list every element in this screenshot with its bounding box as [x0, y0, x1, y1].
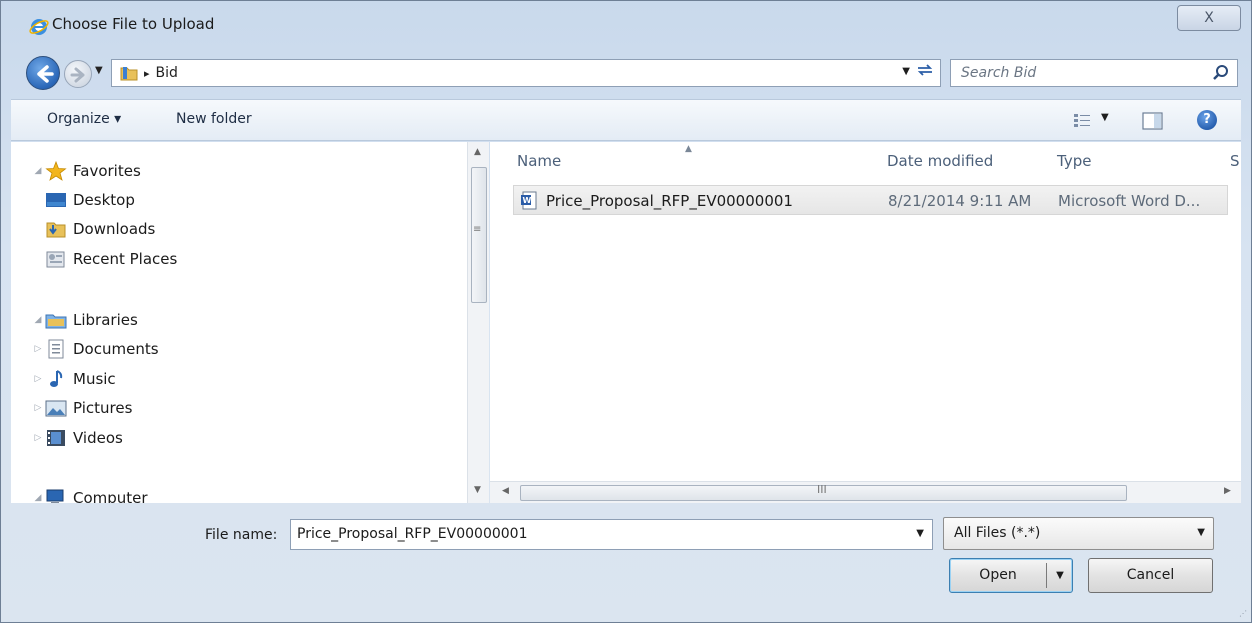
nav-computer[interactable]: ◢ Computer: [31, 485, 148, 503]
resize-grip-icon[interactable]: ⋰: [1239, 609, 1247, 618]
nav-item-label: Desktop: [73, 191, 135, 209]
music-icon: [50, 370, 63, 387]
command-bar: Organize ▾ New folder ▼ ?: [11, 99, 1241, 141]
address-bar[interactable]: ▸ Bid ▼: [111, 59, 941, 87]
star-icon: [45, 161, 67, 181]
view-options-dropdown[interactable]: ▼: [1101, 112, 1109, 123]
file-type-filter-value: All Files (*.*): [954, 525, 1041, 541]
nav-item-label: Recent Places: [73, 250, 178, 268]
open-button[interactable]: Open ▼: [949, 558, 1073, 593]
recent-pages-dropdown[interactable]: ▼: [95, 65, 103, 76]
svg-text:W: W: [523, 196, 532, 205]
expand-triangle-icon[interactable]: ▷: [31, 433, 45, 443]
expand-triangle-icon[interactable]: ▷: [31, 403, 45, 413]
nav-item-documents[interactable]: ▷ Documents: [35, 336, 159, 362]
open-options-dropdown[interactable]: ▼: [1050, 559, 1070, 592]
downloads-folder-icon: [46, 222, 66, 238]
nav-item-label: Videos: [73, 429, 123, 447]
preview-pane-icon[interactable]: [1142, 111, 1164, 131]
scroll-left-arrow-icon[interactable]: ◀: [502, 486, 509, 496]
column-header-type[interactable]: Type: [1057, 152, 1091, 170]
breadcrumb-separator[interactable]: ▸: [144, 67, 150, 80]
file-date-cell: 8/21/2014 9:11 AM: [888, 192, 1032, 210]
new-folder-button[interactable]: New folder: [176, 111, 252, 127]
navigation-pane: ◢ Favorites Desktop Downloads Recent Pla…: [11, 142, 489, 503]
file-type-cell: Microsoft Word D...: [1058, 192, 1201, 210]
nav-item-desktop[interactable]: Desktop: [45, 187, 135, 213]
navigation-pane-scrollbar[interactable]: ▲ ≡ ▼: [467, 142, 489, 503]
column-header-date-modified[interactable]: Date modified: [887, 152, 993, 170]
window-title: Choose File to Upload: [52, 15, 215, 33]
scrollbar-grip-icon: ≡: [473, 224, 482, 235]
file-name-value: Price_Proposal_RFP_EV00000001: [297, 526, 528, 542]
nav-item-label: Downloads: [73, 220, 156, 238]
collapse-triangle-icon[interactable]: ◢: [31, 166, 45, 176]
file-list-pane: ▲ Name Date modified Type S W Price_Prop…: [490, 142, 1241, 503]
nav-item-downloads[interactable]: Downloads: [45, 216, 155, 242]
organize-menu[interactable]: Organize ▾: [47, 111, 121, 127]
refresh-button[interactable]: [914, 62, 936, 84]
file-name-field[interactable]: Price_Proposal_RFP_EV00000001 ▼: [290, 519, 933, 550]
file-list-horizontal-scrollbar[interactable]: ◀ III ▶: [490, 481, 1241, 503]
cancel-button[interactable]: Cancel: [1088, 558, 1213, 593]
documents-icon: [48, 339, 64, 359]
chevron-down-icon[interactable]: ▼: [916, 528, 924, 539]
change-view-icon[interactable]: [1073, 112, 1093, 130]
chevron-down-icon: ▼: [1197, 527, 1205, 538]
folder-icon: [120, 67, 138, 81]
pictures-icon: [45, 400, 67, 417]
nav-item-recent-places[interactable]: Recent Places: [45, 246, 177, 272]
address-history-dropdown[interactable]: ▼: [902, 66, 910, 77]
word-document-icon: W: [521, 191, 537, 210]
scroll-right-arrow-icon[interactable]: ▶: [1224, 486, 1231, 496]
scrollbar-thumb[interactable]: [471, 167, 487, 303]
search-icon[interactable]: [1211, 63, 1231, 83]
forward-button[interactable]: [64, 60, 92, 88]
recent-places-icon: [46, 251, 65, 268]
nav-item-label: Documents: [73, 340, 159, 358]
help-icon[interactable]: ?: [1197, 110, 1217, 130]
breadcrumb-current-folder[interactable]: Bid: [156, 65, 178, 81]
open-button-label: Open: [979, 567, 1017, 583]
file-row[interactable]: W Price_Proposal_RFP_EV00000001 8/21/201…: [513, 185, 1228, 215]
search-placeholder: Search Bid: [961, 65, 1037, 81]
computer-icon: [46, 489, 64, 503]
nav-item-videos[interactable]: ▷ Videos: [35, 425, 123, 451]
file-name-cell: Price_Proposal_RFP_EV00000001: [546, 192, 793, 210]
scroll-up-arrow-icon[interactable]: ▲: [474, 147, 481, 157]
scroll-down-arrow-icon[interactable]: ▼: [474, 485, 481, 495]
file-upload-dialog: Choose File to Upload X ▼ ▸ Bid ▼ Search…: [0, 0, 1252, 623]
file-name-label: File name:: [205, 527, 278, 543]
sort-ascending-icon: ▲: [685, 144, 692, 154]
refresh-icon: [917, 64, 933, 76]
title-bar: Choose File to Upload X: [1, 1, 1251, 51]
nav-item-pictures[interactable]: ▷ Pictures: [35, 395, 133, 421]
nav-item-label: Music: [73, 370, 116, 388]
expand-triangle-icon[interactable]: ▷: [31, 374, 45, 384]
nav-favorites[interactable]: ◢ Favorites: [31, 158, 141, 184]
column-header-name[interactable]: Name: [517, 152, 561, 170]
nav-computer-label: Computer: [73, 489, 148, 503]
forward-arrow-icon: [70, 67, 85, 83]
expand-triangle-icon[interactable]: ▷: [31, 344, 45, 354]
column-header-size[interactable]: S: [1230, 152, 1240, 170]
scrollbar-grip-icon: III: [817, 483, 827, 496]
nav-favorites-label: Favorites: [73, 162, 141, 180]
back-button[interactable]: [26, 56, 60, 90]
libraries-icon: [45, 314, 67, 329]
nav-item-label: Pictures: [73, 399, 133, 417]
file-type-filter-select[interactable]: All Files (*.*) ▼: [943, 517, 1214, 550]
close-button[interactable]: X: [1177, 5, 1241, 31]
internet-explorer-icon: [29, 19, 49, 35]
nav-item-music[interactable]: ▷ Music: [35, 366, 116, 392]
scrollbar-thumb[interactable]: III: [520, 483, 1127, 501]
desktop-icon: [46, 193, 66, 207]
nav-libraries-label: Libraries: [73, 311, 138, 329]
collapse-triangle-icon[interactable]: ◢: [31, 493, 45, 503]
videos-icon: [47, 430, 65, 446]
back-arrow-icon: [37, 65, 54, 83]
collapse-triangle-icon[interactable]: ◢: [31, 315, 45, 325]
nav-libraries[interactable]: ◢ Libraries: [31, 307, 138, 333]
search-input[interactable]: Search Bid: [950, 59, 1238, 87]
